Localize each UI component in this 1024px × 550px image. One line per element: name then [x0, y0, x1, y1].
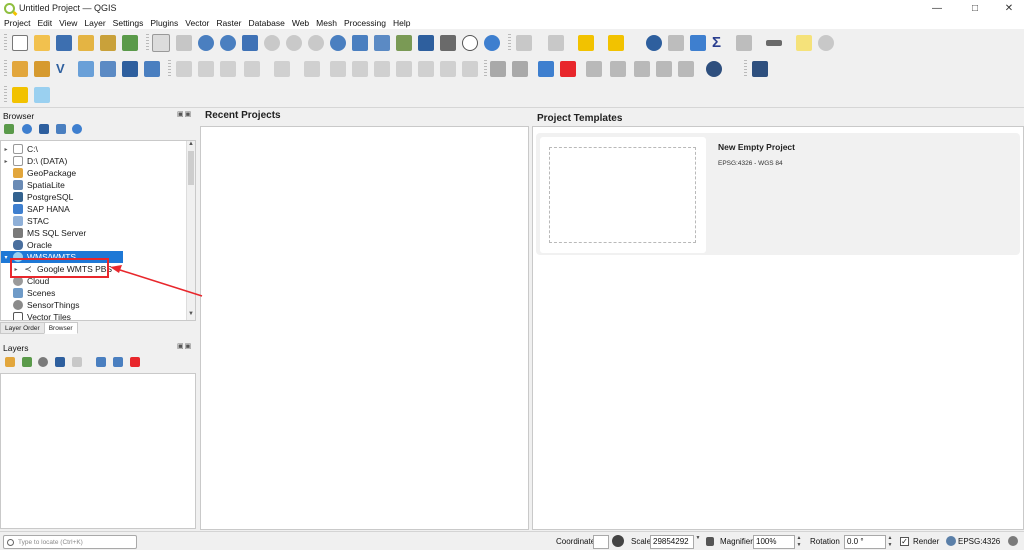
messages-icon[interactable] [1008, 536, 1018, 546]
rotation-label: Rotation [810, 537, 840, 546]
scale-dropdown-icon[interactable]: ▼ [694, 535, 702, 549]
render-label: Render [913, 537, 940, 546]
coordinate-label: Coordinate [556, 537, 596, 546]
annotation-arrow [110, 265, 203, 297]
toggle-extents-icon[interactable] [612, 535, 624, 547]
scale-field[interactable]: 29854292 [650, 535, 694, 549]
magnifier-field[interactable]: 100% [753, 535, 795, 549]
magnifier-label: Magnifier [720, 537, 753, 546]
locator-input[interactable] [18, 538, 128, 546]
search-icon [7, 538, 14, 546]
rotation-field[interactable]: 0.0 ° [844, 535, 886, 549]
scale-label: Scale [631, 537, 652, 546]
magnifier-spin-icon[interactable]: ▲ ▼ [795, 535, 803, 549]
rotation-spin-icon[interactable]: ▲ ▼ [886, 535, 894, 549]
render-checkbox[interactable]: ✓ [900, 537, 909, 546]
crs-button[interactable]: EPSG:4326 [958, 537, 1000, 546]
lock-scale-icon[interactable] [706, 537, 714, 546]
status-bar: Coordinate Scale 29854292 ▼ Magnifier 10… [0, 531, 1024, 550]
crs-globe-icon[interactable] [946, 536, 956, 546]
coordinate-field[interactable] [593, 535, 609, 549]
locator-bar[interactable] [3, 535, 137, 549]
